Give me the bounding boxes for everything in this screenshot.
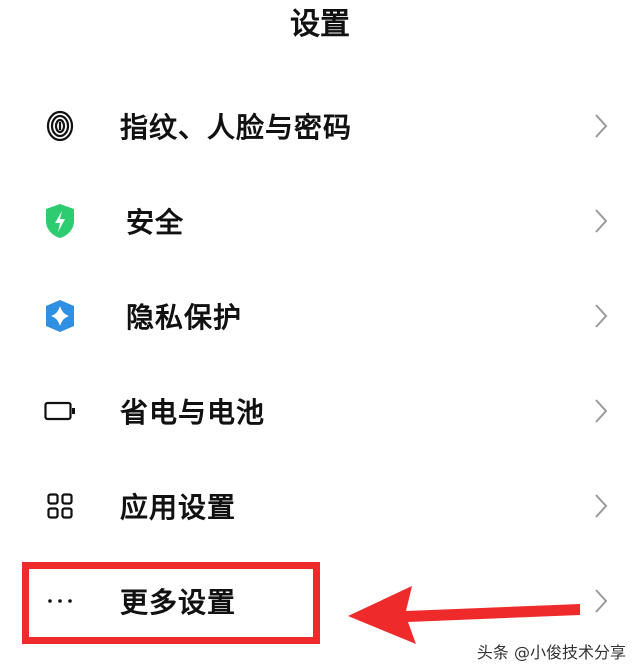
settings-item-security[interactable]: 安全 — [0, 173, 640, 268]
settings-item-label: 应用设置 — [120, 490, 237, 524]
battery-icon — [40, 391, 80, 431]
watermark: 头条 @小俊技术分享 — [476, 643, 626, 662]
settings-item-label: 安全 — [126, 205, 185, 239]
settings-item-fingerprint-face-password[interactable]: 指纹、人脸与密码 — [0, 78, 640, 173]
settings-item-app-settings[interactable]: 应用设置 — [0, 458, 640, 553]
settings-item-label: 省电与电池 — [120, 395, 266, 429]
security-shield-icon — [40, 201, 80, 241]
settings-item-label: 隐私保护 — [126, 300, 243, 334]
chevron-right-icon — [592, 111, 610, 141]
privacy-shield-icon — [40, 296, 80, 336]
chevron-right-icon — [592, 206, 610, 236]
fingerprint-icon — [40, 106, 80, 146]
settings-item-privacy[interactable]: 隐私保护 — [0, 268, 640, 363]
chevron-right-icon — [592, 301, 610, 331]
chevron-right-icon — [592, 586, 610, 616]
chevron-right-icon — [592, 491, 610, 521]
app-grid-icon — [40, 486, 80, 526]
chevron-right-icon — [592, 396, 610, 426]
highlight-box — [22, 562, 320, 644]
settings-item-battery[interactable]: 省电与电池 — [0, 363, 640, 458]
settings-item-label: 指纹、人脸与密码 — [120, 110, 353, 144]
page-title: 设置 — [290, 7, 350, 42]
red-arrow-icon — [348, 586, 580, 644]
